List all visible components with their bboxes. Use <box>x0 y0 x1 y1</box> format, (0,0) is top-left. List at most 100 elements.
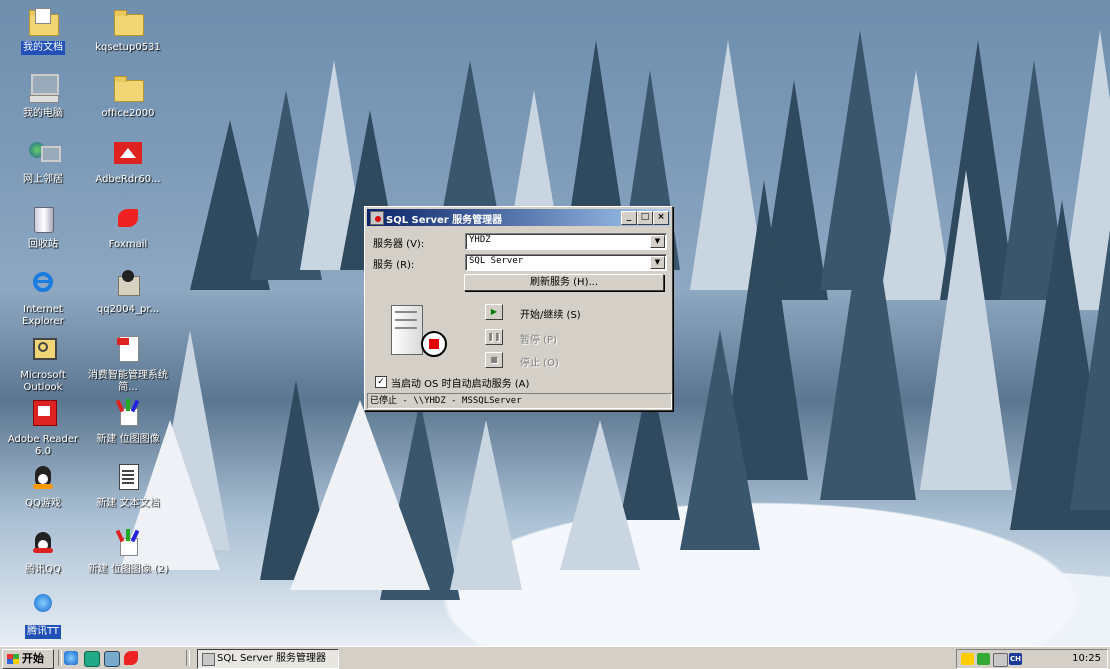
minimize-button[interactable]: _ <box>621 211 637 225</box>
recycle-bin-icon <box>27 203 59 235</box>
server-status-icon <box>387 305 447 363</box>
close-button[interactable]: × <box>653 211 669 225</box>
desktop-icon-new-bitmap-2[interactable]: 新建 位图图像 (2) <box>85 528 171 577</box>
clock[interactable]: 10:25 <box>1072 653 1101 664</box>
desktop-icon-label: 新建 位图图像 (2) <box>87 564 169 575</box>
sql-server-icon <box>370 211 384 225</box>
show-desktop-icon[interactable] <box>104 651 120 667</box>
outlook-express-icon[interactable] <box>84 651 100 667</box>
desktop-icon-label: 腾讯TT <box>24 625 62 639</box>
desktop-icon-internet-explorer[interactable]: Internet Explorer <box>0 268 86 329</box>
desktop-icon-label: Microsoft Outlook <box>20 370 66 393</box>
tencent-tt-icon <box>27 590 59 622</box>
bitmap-image-icon <box>112 528 144 560</box>
folder-icon <box>112 72 144 104</box>
text-document-icon <box>112 462 144 494</box>
internet-explorer-icon <box>27 268 59 300</box>
sql-server-tray-icon[interactable] <box>993 653 1008 667</box>
windows-logo-icon <box>7 654 19 664</box>
taskbar: 开始 SQL Server 服务管理器 CH 10:25 <box>0 646 1110 669</box>
desktop-icon-new-bitmap[interactable]: 新建 位图图像 <box>85 398 171 447</box>
internet-explorer-icon[interactable] <box>64 651 78 665</box>
my-computer-icon <box>27 72 59 104</box>
refresh-services-button[interactable]: 刷新服务 (H)... <box>464 274 664 291</box>
pine-tree <box>680 330 760 550</box>
desktop-icon-outlook[interactable]: Microsoft Outlook <box>0 334 86 395</box>
system-tray: CH 10:25 <box>956 649 1108 669</box>
desktop-icon-label: kqsetup0531 <box>95 42 161 53</box>
desktop-icon-label: Foxmail <box>108 239 148 250</box>
desktop-wallpaper: 我的文档 我的电脑 网上邻居 回收站 Internet Explorer Mic… <box>0 0 1110 646</box>
server-select[interactable]: YHDZ ▼ <box>465 233 667 250</box>
pencil-icon[interactable] <box>961 653 974 665</box>
taskbar-item-label: SQL Server 服务管理器 <box>217 653 326 664</box>
input-method-icon[interactable]: CH <box>1009 653 1022 665</box>
desktop-icon-label: qq2004_pr... <box>96 304 160 315</box>
autostart-checkbox[interactable]: ✓ <box>375 376 387 388</box>
foxmail-icon[interactable] <box>124 651 138 665</box>
desktop-icon-recycle-bin[interactable]: 回收站 <box>0 203 86 252</box>
taskbar-item-sql-server-manager[interactable]: SQL Server 服务管理器 <box>197 649 339 669</box>
stop-indicator-icon <box>421 331 447 357</box>
pine-tree <box>560 420 640 570</box>
desktop-icon-label: 我的文档 <box>21 41 65 55</box>
desktop-icon-my-computer[interactable]: 我的电脑 <box>0 72 86 121</box>
stop-label: 停止 (O) <box>520 358 559 369</box>
start-button[interactable]: 开始 <box>2 649 54 669</box>
maximize-button[interactable]: □ <box>637 211 653 225</box>
snow-covered-tree <box>290 400 430 590</box>
desktop-icon-kqsetup0531[interactable]: kqsetup0531 <box>85 6 171 55</box>
sql-server-service-manager-window: SQL Server 服务管理器 _ □ × 服务器 (V): YHDZ ▼ 服… <box>364 206 673 411</box>
pause-label: 暂停 (P) <box>520 335 558 346</box>
sql-server-icon <box>202 653 215 666</box>
desktop-icon-label: Internet Explorer <box>22 304 64 327</box>
pine-tree <box>450 420 522 590</box>
network-icon[interactable] <box>977 653 990 665</box>
desktop-icon-pdf-document[interactable]: 消费智能管理系统简... <box>85 334 171 395</box>
desktop-icon-label: QQ游戏 <box>25 498 61 509</box>
taskbar-divider <box>58 650 62 666</box>
stop-button[interactable]: ■ <box>485 352 503 368</box>
start-label: 开始 <box>22 652 44 665</box>
start-label: 开始/继续 (S) <box>520 310 581 321</box>
desktop-icon-qq2004-installer[interactable]: qq2004_pr... <box>85 268 171 317</box>
desktop-icon-label: Adobe Reader 6.0 <box>7 434 79 457</box>
desktop-icon-label: office2000 <box>101 108 155 119</box>
folder-icon <box>112 6 144 38</box>
pause-button[interactable]: ❚❚ <box>485 329 503 345</box>
service-select[interactable]: SQL Server ▼ <box>465 254 667 271</box>
desktop-icon-my-documents[interactable]: 我的文档 <box>0 6 86 55</box>
desktop-icon-label: 我的电脑 <box>23 108 63 119</box>
foxmail-icon <box>112 203 144 235</box>
desktop-icon-label: 新建 文本文档 <box>96 498 160 509</box>
adobe-installer-icon <box>112 138 144 170</box>
desktop-icon-network-places[interactable]: 网上邻居 <box>0 138 86 187</box>
desktop-icon-adberdr60[interactable]: AdbeRdr60... <box>85 138 171 187</box>
adobe-reader-icon <box>27 398 59 430</box>
desktop-icon-label: 网上邻居 <box>23 174 63 185</box>
server-label: 服务器 (V): <box>373 239 425 250</box>
desktop-icon-foxmail[interactable]: Foxmail <box>85 203 171 252</box>
taskbar-divider <box>186 650 190 666</box>
desktop-icon-label: 腾讯QQ <box>25 564 61 575</box>
start-button[interactable]: ▶ <box>485 304 503 320</box>
window-titlebar[interactable]: SQL Server 服务管理器 _ □ × <box>367 209 670 226</box>
desktop-icon-new-text-document[interactable]: 新建 文本文档 <box>85 462 171 511</box>
network-places-icon <box>27 138 61 170</box>
chevron-down-icon[interactable]: ▼ <box>650 235 665 248</box>
pine-tree <box>820 180 916 500</box>
pdf-document-icon <box>112 334 144 366</box>
chevron-down-icon[interactable]: ▼ <box>650 256 665 269</box>
autostart-label: 当启动 OS 时自动启动服务 (A) <box>391 379 530 390</box>
desktop-icon-label: 新建 位图图像 <box>96 434 160 445</box>
my-documents-icon <box>27 6 59 38</box>
desktop-icon-office2000[interactable]: office2000 <box>85 72 171 121</box>
desktop-icon-label: 回收站 <box>28 239 58 250</box>
bitmap-image-icon <box>112 398 144 430</box>
desktop-icon-qq-game[interactable]: QQ游戏 <box>0 462 86 511</box>
qq-installer-icon <box>112 268 144 300</box>
desktop-icon-adobe-reader[interactable]: Adobe Reader 6.0 <box>0 398 86 459</box>
qq-penguin-icon <box>27 528 59 560</box>
desktop-icon-tencent-tt[interactable]: 腾讯TT <box>0 590 86 639</box>
desktop-icon-tencent-qq[interactable]: 腾讯QQ <box>0 528 86 577</box>
